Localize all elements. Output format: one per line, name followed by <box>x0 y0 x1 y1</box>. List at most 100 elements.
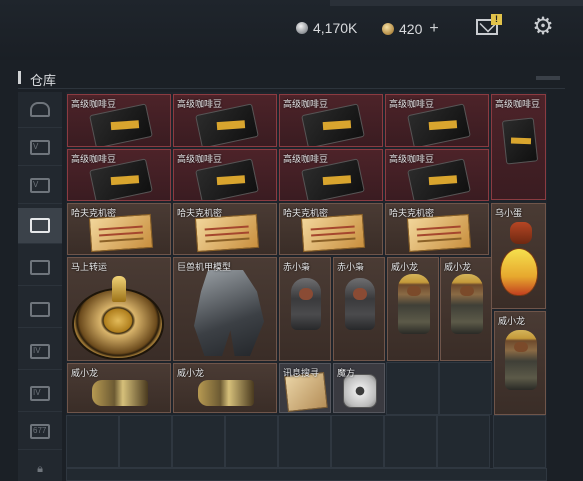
inventory-item[interactable]: 高级咖啡豆 <box>67 94 171 147</box>
item-name: 高级咖啡豆 <box>495 99 541 109</box>
wheel-spindle-icon <box>112 276 126 302</box>
empty-slot-row <box>66 468 547 481</box>
storage-v-icon: V <box>30 178 50 193</box>
sidebar-tab-home[interactable] <box>18 92 62 128</box>
inventory-item[interactable]: 巨兽机甲模型 <box>173 257 277 361</box>
inventory-item[interactable]: 威小龙 <box>67 363 171 413</box>
inventory-item[interactable]: 讯息搜寻 <box>279 363 331 413</box>
soldier-figure-icon <box>451 274 483 334</box>
coffee-bag-tall-icon <box>501 117 539 165</box>
empty-slot[interactable] <box>331 415 384 468</box>
storage-level-icon: 677 <box>30 424 50 439</box>
inventory-item[interactable]: 高级咖啡豆 <box>173 94 277 147</box>
inventory-item[interactable]: 威小龙 <box>494 311 546 415</box>
storage-box-icon <box>30 260 50 275</box>
inventory-item[interactable]: 哈夫克机密 <box>173 203 277 255</box>
storage-search-icon <box>30 218 50 233</box>
gold-amount: 420 <box>399 21 423 37</box>
inventory-item[interactable]: 高级咖啡豆 <box>279 94 383 147</box>
sidebar-tab-storage-7[interactable]: IV <box>18 376 62 412</box>
inventory-item[interactable]: 乌小蛋 <box>491 203 546 309</box>
inventory-item[interactable]: 高级咖啡豆 <box>385 94 489 147</box>
storage-iv-icon: IV <box>30 386 50 401</box>
silver-amount: 4,170K <box>313 20 358 36</box>
empty-slot[interactable] <box>278 415 331 468</box>
inventory-item[interactable]: 哈夫克机密 <box>67 203 171 255</box>
item-name: 哈夫克机密 <box>389 208 435 218</box>
inventory-item[interactable]: 威小龙 <box>387 257 439 361</box>
mail-badge: ! <box>491 14 502 25</box>
item-name: 哈夫克机密 <box>71 208 117 218</box>
hooded-figure-icon <box>291 278 321 330</box>
inventory-item[interactable]: 魔方 <box>333 363 385 413</box>
map-icon <box>88 213 154 253</box>
dragon-icon <box>92 380 148 406</box>
item-name: 讯息搜寻 <box>283 368 320 378</box>
dragon-icon <box>198 380 254 406</box>
empty-slot[interactable] <box>66 415 119 468</box>
item-name: 哈夫克机密 <box>283 208 329 218</box>
item-name: 高级咖啡豆 <box>283 99 329 109</box>
inventory-item[interactable]: 高级咖啡豆 <box>67 149 171 201</box>
empty-slot[interactable] <box>386 362 439 415</box>
empty-slot[interactable] <box>225 415 278 468</box>
empty-slot[interactable] <box>172 415 225 468</box>
sidebar-tab-storage-2[interactable]: V <box>18 168 62 204</box>
map-icon <box>194 213 260 253</box>
sidebar-tab-storage-4[interactable] <box>18 250 62 286</box>
top-bar: 4,170K 420 + ! ⚙ <box>0 0 583 60</box>
item-name: 乌小蛋 <box>495 208 523 218</box>
inventory-item[interactable]: 赤小枭 <box>279 257 331 361</box>
storage-box-icon <box>30 302 50 317</box>
item-name: 威小龙 <box>177 368 205 378</box>
inventory-item[interactable]: 高级咖啡豆 <box>385 149 489 201</box>
cube-icon <box>343 374 377 408</box>
gold-currency[interactable]: 420 + <box>382 20 439 38</box>
item-name: 高级咖啡豆 <box>177 99 223 109</box>
title-decoration <box>536 76 560 80</box>
silver-coin-icon <box>296 22 308 34</box>
warehouse-sidebar: V V IV IV 677 🔒︎ <box>18 92 62 481</box>
gear-icon[interactable]: ⚙ <box>532 15 554 39</box>
item-name: 威小龙 <box>71 368 99 378</box>
empty-slot[interactable] <box>384 415 437 468</box>
sidebar-tab-storage-6[interactable]: IV <box>18 334 62 370</box>
inventory-item[interactable]: 马上转运 <box>67 257 171 361</box>
item-name: 高级咖啡豆 <box>389 154 435 164</box>
inventory-item[interactable]: 赤小枭 <box>333 257 385 361</box>
empty-slot[interactable] <box>493 415 546 468</box>
storage-iv-icon: IV <box>30 344 50 359</box>
empty-slot[interactable] <box>119 415 172 468</box>
inventory-item[interactable]: 高级咖啡豆 <box>279 149 383 201</box>
inventory-item[interactable]: 哈夫克机密 <box>385 203 489 255</box>
soldier-figure-icon <box>505 330 537 390</box>
inventory-item[interactable]: 高级咖啡豆 <box>173 149 277 201</box>
empty-slot[interactable] <box>437 415 490 468</box>
sidebar-tab-locked[interactable]: 🔒︎ <box>18 452 62 481</box>
item-name: 高级咖啡豆 <box>71 99 117 109</box>
lock-icon: 🔒︎ <box>37 463 43 475</box>
inventory-grid: 高级咖啡豆 高级咖啡豆 高级咖啡豆 高级咖啡豆 高级咖啡豆 高级咖啡豆 高级咖啡… <box>66 92 547 481</box>
empty-slot[interactable] <box>439 362 492 415</box>
item-name: 高级咖啡豆 <box>283 154 329 164</box>
page-title: 仓库 <box>30 73 57 88</box>
item-name: 高级咖啡豆 <box>71 154 117 164</box>
item-name: 马上转运 <box>71 262 108 272</box>
sidebar-tab-storage-3[interactable] <box>18 208 62 244</box>
item-name: 威小龙 <box>444 262 472 272</box>
soldier-figure-icon <box>398 274 430 334</box>
inventory-item[interactable]: 高级咖啡豆 <box>491 94 546 200</box>
sidebar-tab-storage-8[interactable]: 677 <box>18 414 62 450</box>
item-name: 魔方 <box>337 368 356 378</box>
sidebar-tab-storage-5[interactable] <box>18 292 62 328</box>
add-currency-button[interactable]: + <box>429 20 438 38</box>
sidebar-tab-storage-1[interactable]: V <box>18 130 62 166</box>
silver-currency: 4,170K <box>296 20 357 36</box>
inventory-item[interactable]: 威小龙 <box>440 257 492 361</box>
gold-coin-icon <box>382 23 394 35</box>
inventory-item[interactable]: 哈夫克机密 <box>279 203 383 255</box>
item-name: 高级咖啡豆 <box>389 99 435 109</box>
inventory-item[interactable]: 威小龙 <box>173 363 277 413</box>
storage-v-icon: V <box>30 140 50 155</box>
item-name: 威小龙 <box>498 316 526 326</box>
